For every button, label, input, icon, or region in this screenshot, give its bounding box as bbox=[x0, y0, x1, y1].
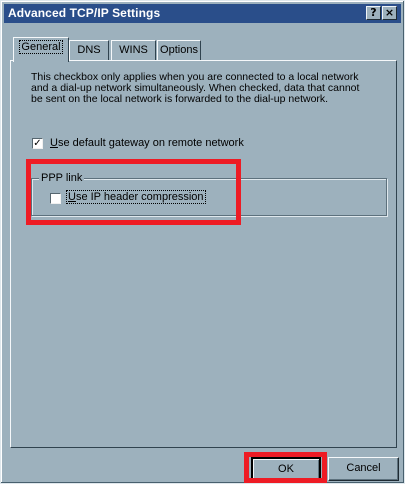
highlight-ppp-link bbox=[26, 159, 241, 225]
tab-dns[interactable]: DNS bbox=[69, 40, 109, 60]
window-title: Advanced TCP/IP Settings bbox=[8, 6, 161, 20]
description-text: This checkbox only applies when you are … bbox=[31, 71, 360, 105]
help-icon: ? bbox=[370, 6, 377, 19]
tab-wins-label: WINS bbox=[119, 44, 148, 56]
tab-panel-general bbox=[10, 60, 397, 448]
default-gateway-label-text: se default gateway on remote network bbox=[57, 137, 244, 149]
highlight-ok-button bbox=[244, 452, 327, 483]
tab-general[interactable]: General bbox=[13, 37, 69, 62]
title-bar[interactable]: Advanced TCP/IP Settings ? × bbox=[4, 4, 401, 23]
close-icon: × bbox=[384, 6, 395, 19]
dialog-window: Advanced TCP/IP Settings ? × General DNS… bbox=[0, 0, 405, 484]
checkmark-icon: ✓ bbox=[33, 138, 42, 149]
tab-options[interactable]: Options bbox=[157, 40, 201, 60]
close-button[interactable]: × bbox=[382, 6, 397, 20]
tab-wins[interactable]: WINS bbox=[111, 40, 156, 60]
cancel-button-label: Cancel bbox=[346, 462, 381, 474]
default-gateway-checkbox[interactable]: ✓ bbox=[32, 138, 43, 149]
cancel-button[interactable]: Cancel bbox=[328, 457, 399, 481]
default-gateway-accel: U bbox=[50, 137, 58, 149]
default-gateway-label[interactable]: Use default gateway on remote network bbox=[50, 137, 244, 149]
tab-options-label: Options bbox=[160, 44, 198, 56]
help-button[interactable]: ? bbox=[366, 6, 381, 20]
tab-general-label: General bbox=[19, 40, 63, 54]
tab-dns-label: DNS bbox=[77, 44, 101, 56]
